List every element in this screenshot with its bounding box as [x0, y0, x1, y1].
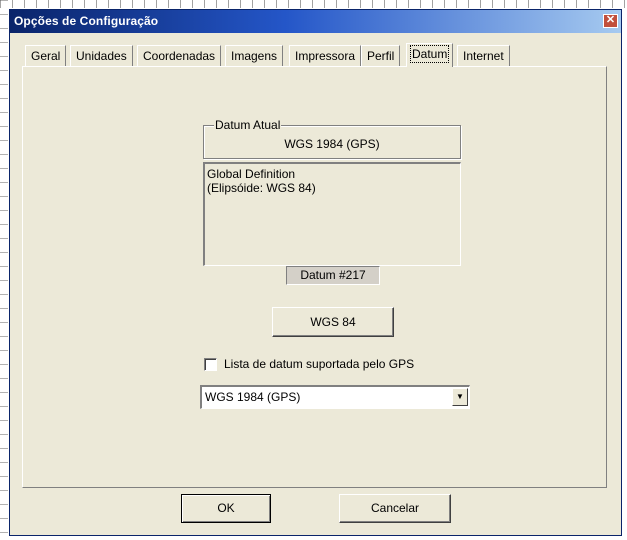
close-button[interactable]: ✕ [603, 14, 618, 28]
current-datum-group: Datum Atual WGS 1984 (GPS) [203, 118, 461, 159]
background-ruler-top [0, 0, 627, 8]
datum-select-value: WGS 1984 (GPS) [205, 390, 301, 404]
tab-unidades[interactable]: Unidades [70, 45, 133, 66]
title-bar[interactable]: Opções de Configuração ✕ [10, 10, 621, 33]
config-dialog: Opções de Configuração ✕ Geral Unidades … [9, 9, 622, 536]
close-icon: ✕ [605, 14, 616, 26]
tab-imagens[interactable]: Imagens [225, 45, 284, 66]
datum-number-field: Datum #217 [286, 266, 380, 285]
datum-definition-box[interactable]: Global Definition (Elipsóide: WGS 84) [203, 162, 461, 266]
datum-select[interactable]: WGS 1984 (GPS) ▼ [200, 385, 470, 409]
gps-datum-checkbox-label[interactable]: Lista de datum suportada pelo GPS [224, 357, 414, 371]
ok-button[interactable]: OK [181, 494, 271, 523]
datum-select-dropdown-button[interactable]: ▼ [452, 388, 468, 406]
tab-internet[interactable]: Internet [457, 45, 510, 66]
cancel-button[interactable]: Cancelar [339, 494, 451, 523]
tab-perfil[interactable]: Perfil [361, 45, 401, 66]
definition-line-1: Global Definition [207, 167, 296, 181]
window-title: Opções de Configuração [14, 14, 159, 28]
current-datum-value: WGS 1984 (GPS) [284, 137, 380, 151]
definition-line-2: (Elipsóide: WGS 84) [207, 181, 316, 195]
tab-geral[interactable]: Geral [25, 45, 67, 66]
tab-coordenadas[interactable]: Coordenadas [137, 45, 222, 66]
gps-datum-checkbox[interactable] [204, 358, 217, 371]
tab-datum[interactable]: Datum [406, 43, 454, 67]
current-datum-label: Datum Atual [214, 118, 282, 132]
background-ruler-left [0, 0, 8, 540]
chevron-down-icon: ▼ [456, 392, 464, 401]
tab-impressora[interactable]: Impressora [289, 45, 362, 66]
ellipsoid-button[interactable]: WGS 84 [272, 307, 394, 337]
